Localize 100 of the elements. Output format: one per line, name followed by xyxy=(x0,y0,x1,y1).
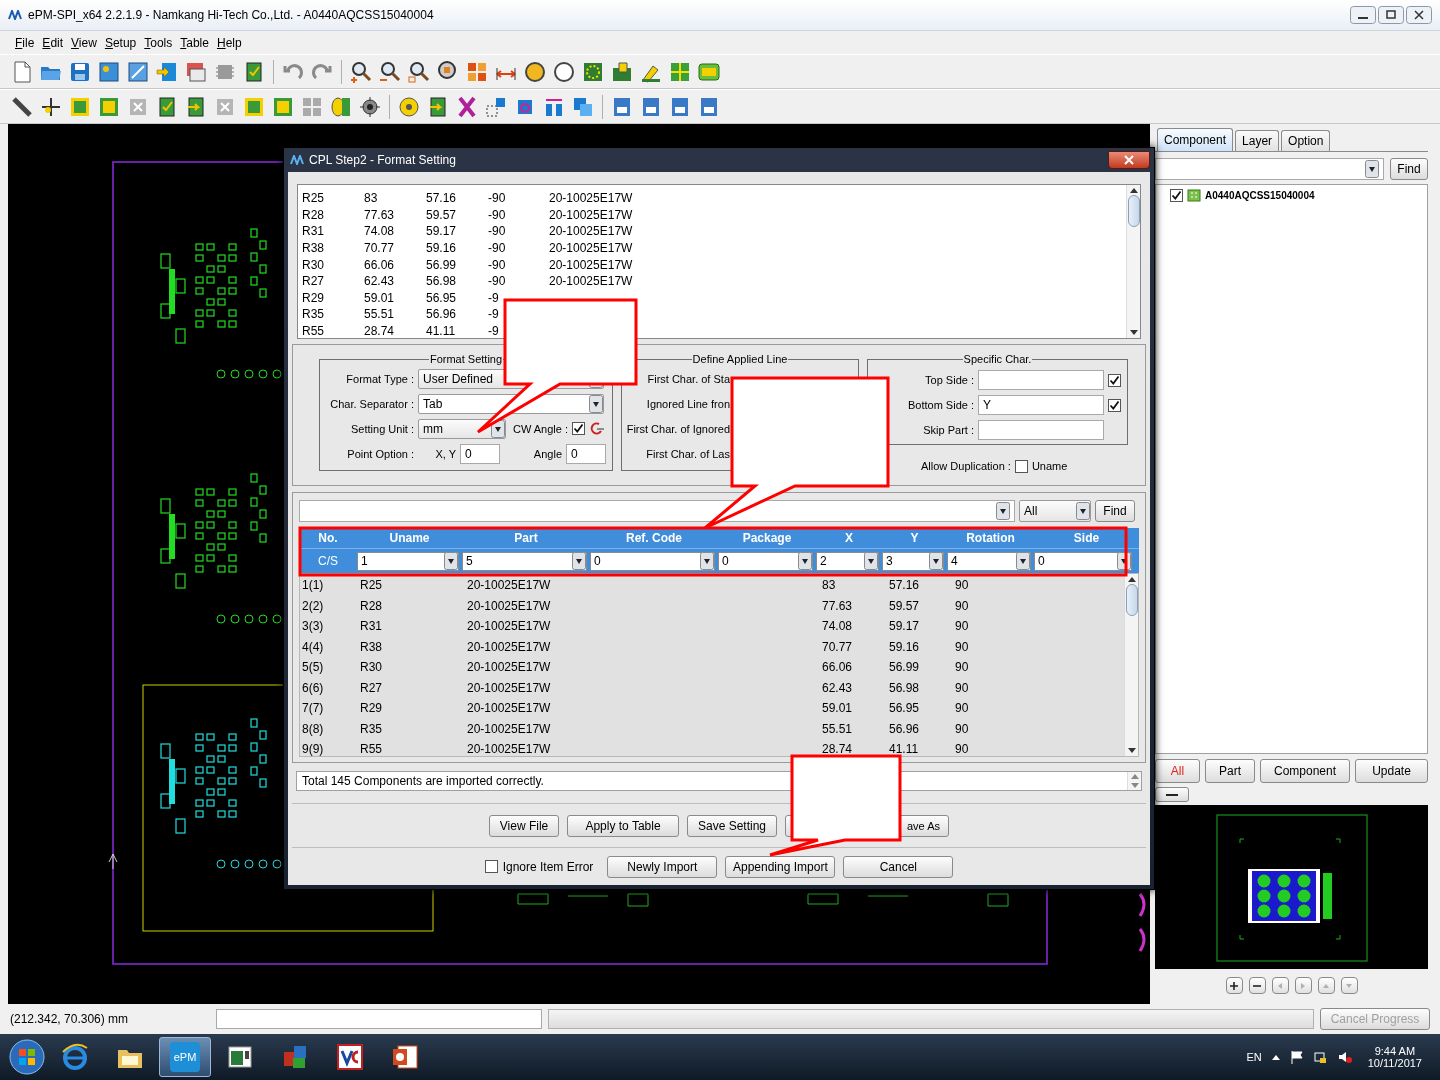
menu-item[interactable]: Tools xyxy=(144,35,173,50)
taskbar-app[interactable]: ePM xyxy=(159,1037,211,1077)
preview-text: -90 xyxy=(488,257,507,272)
checkbox[interactable] xyxy=(484,860,498,873)
find-button[interactable]: Find xyxy=(1390,158,1428,180)
preview-text: 59.17 xyxy=(426,224,458,239)
door-icon[interactable] xyxy=(329,94,353,119)
down-arrow-icon[interactable] xyxy=(1129,330,1138,336)
language-indicator[interactable]: EN xyxy=(1246,1051,1262,1063)
zoom-icon[interactable] xyxy=(407,59,431,84)
menu-item[interactable]: File xyxy=(15,35,35,50)
filter-button[interactable]: Part xyxy=(1205,759,1255,783)
down-arrow-icon[interactable] xyxy=(1127,748,1136,754)
checkbox[interactable] xyxy=(1108,398,1121,412)
preview-text: R29 xyxy=(302,290,325,305)
text-field[interactable] xyxy=(978,370,1104,390)
text-field[interactable]: Y xyxy=(978,395,1104,415)
column-index-select[interactable]: 0 xyxy=(590,551,715,571)
action-button[interactable]: View File xyxy=(489,814,559,837)
up-arrow-icon[interactable] xyxy=(1271,1054,1280,1060)
target-icon[interactable] xyxy=(358,94,382,119)
app-logo-icon xyxy=(290,155,304,165)
menu-item[interactable]: Table xyxy=(180,35,209,50)
tab[interactable]: Layer xyxy=(1235,130,1280,151)
cursor-coordinates: (212.342, 70.306) mm xyxy=(10,1012,130,1026)
menu-item[interactable]: View xyxy=(71,35,97,50)
scrollbar[interactable] xyxy=(1124,574,1138,756)
search-field[interactable] xyxy=(299,500,1015,522)
zoom-in-icon xyxy=(1228,979,1240,992)
menu-item[interactable]: Help xyxy=(216,35,242,50)
restore-icon[interactable] xyxy=(1378,6,1404,24)
checkbox[interactable] xyxy=(572,422,585,436)
preview-text: -9 xyxy=(488,324,500,339)
tab[interactable]: Option xyxy=(1281,130,1331,151)
scrollbar[interactable] xyxy=(1126,185,1140,338)
scrollbar-thumb[interactable] xyxy=(1125,584,1138,616)
minimize-icon[interactable] xyxy=(1350,6,1376,24)
checkbox[interactable] xyxy=(1170,189,1183,202)
column-index-select[interactable]: 4 xyxy=(947,551,1031,571)
column-index-select[interactable]: 0 xyxy=(718,551,813,571)
column-index-select[interactable]: 0 xyxy=(1034,551,1132,571)
board-icon[interactable] xyxy=(610,59,634,84)
gauge-icon[interactable] xyxy=(397,94,421,119)
network-icon[interactable] xyxy=(1313,1050,1328,1064)
preview-text: 20-10025E17W xyxy=(549,241,634,256)
checkbox[interactable] xyxy=(1014,459,1028,473)
import-button[interactable]: Newly Import xyxy=(607,855,718,878)
filter-button[interactable]: Update xyxy=(1355,759,1428,783)
unit-select[interactable]: mm xyxy=(418,418,506,439)
speaker-icon[interactable] xyxy=(1337,1050,1352,1064)
field-label: CW Angle : xyxy=(511,422,568,435)
zoom-out-icon[interactable] xyxy=(378,59,402,84)
collapse-button[interactable] xyxy=(1155,787,1189,802)
table-cell-text: 90 xyxy=(955,721,970,736)
column-index-select[interactable]: 5 xyxy=(462,551,587,571)
clock-time: 9:44 AM xyxy=(1374,1045,1416,1057)
tree-item[interactable]: A0440AQCSS15040004 xyxy=(1205,190,1315,201)
menu-item[interactable]: Setup xyxy=(104,35,137,50)
scrollbar-thumb[interactable] xyxy=(1127,195,1140,227)
badge-icon[interactable] xyxy=(552,59,576,84)
zoom-in-icon[interactable] xyxy=(349,59,373,84)
start-button[interactable] xyxy=(8,1038,46,1076)
badge-icon[interactable] xyxy=(523,59,547,84)
board-icon xyxy=(1187,189,1201,202)
table-cell-text: 20-10025E17W xyxy=(467,660,552,675)
action-button[interactable]: Save Setting xyxy=(687,814,777,837)
column-index-select[interactable]: 3 xyxy=(882,551,944,571)
tab[interactable]: Component xyxy=(1157,128,1234,151)
flag-icon[interactable] xyxy=(1289,1050,1304,1064)
presentation-icon xyxy=(390,1042,420,1072)
close-button[interactable] xyxy=(1108,151,1150,169)
filter-button[interactable]: Component xyxy=(1260,759,1350,783)
up-arrow-icon[interactable] xyxy=(1127,576,1136,582)
table-cell-text: 20-10025E17W xyxy=(467,742,552,757)
action-button[interactable]: Apply to Table xyxy=(567,814,679,837)
close-icon[interactable] xyxy=(1406,6,1432,24)
group-title: Specific Char. xyxy=(962,353,1033,365)
checkbox-label: Ignore Item Error xyxy=(502,859,594,874)
angle-field[interactable]: 0 xyxy=(566,443,606,464)
filter-button[interactable]: All xyxy=(1155,759,1200,783)
import-button[interactable]: Appending Import xyxy=(725,855,836,878)
search-field[interactable] xyxy=(1155,158,1384,180)
table-cell-text: R55 xyxy=(360,742,383,757)
column-index-select[interactable]: 2 xyxy=(816,551,879,571)
up-arrow-icon[interactable] xyxy=(1129,187,1138,193)
find-button[interactable]: Find xyxy=(1095,500,1135,522)
checkbox[interactable] xyxy=(1108,373,1121,387)
text-field[interactable] xyxy=(978,420,1104,440)
board-icon[interactable] xyxy=(126,59,150,84)
table-cell-text: 8(8) xyxy=(301,721,325,736)
group-title: Format Setting xyxy=(428,353,504,365)
filter-select[interactable]: All xyxy=(1019,500,1091,522)
nav-button[interactable] xyxy=(1248,977,1266,994)
offset-field[interactable]: 0 xyxy=(460,443,500,464)
nav-button[interactable] xyxy=(1225,977,1243,994)
menu-item[interactable]: Edit xyxy=(42,35,64,50)
column-index-select[interactable]: 1 xyxy=(357,551,459,571)
board-icon[interactable] xyxy=(97,59,121,84)
preview-text: 55.51 xyxy=(364,307,396,322)
import-button[interactable]: Cancel xyxy=(843,855,954,878)
